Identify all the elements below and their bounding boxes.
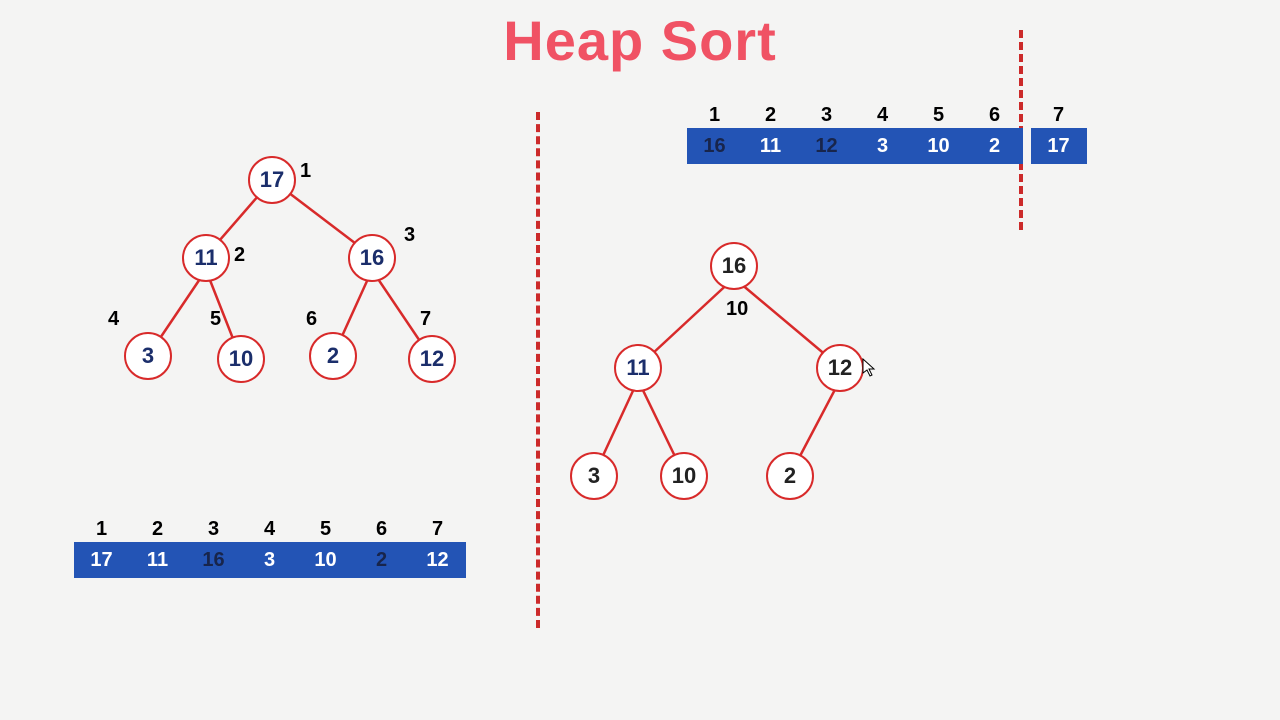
left-tree-node-1: 17 xyxy=(248,156,296,204)
array-cell: 316 xyxy=(186,542,242,578)
left-tree-node-7: 12 xyxy=(408,335,456,383)
right-tree-node-6: 2 xyxy=(766,452,814,500)
right-tree-node-3: 12 xyxy=(816,344,864,392)
left-tree-label-2: 2 xyxy=(234,244,245,267)
array-cell: 116 xyxy=(687,128,743,164)
left-tree-node-3: 16 xyxy=(348,234,396,282)
left-tree-label-7: 7 xyxy=(420,308,431,331)
right-array: 116 211 312 43 510 62 717 xyxy=(687,128,1087,164)
array-cell: 712 xyxy=(410,542,466,578)
array-cell: 43 xyxy=(855,128,911,164)
array-cell: 510 xyxy=(911,128,967,164)
array-cell: 211 xyxy=(743,128,799,164)
right-tree-node-2: 11 xyxy=(614,344,662,392)
left-tree-node-4: 3 xyxy=(124,332,172,380)
right-tree-node-1: 16 xyxy=(710,242,758,290)
array-cell: 62 xyxy=(967,128,1023,164)
array-cell: 510 xyxy=(298,542,354,578)
left-tree-node-6: 2 xyxy=(309,332,357,380)
cursor-icon xyxy=(862,358,876,378)
array-cell-sorted: 717 xyxy=(1031,128,1087,164)
page-title: Heap Sort xyxy=(0,8,1280,73)
left-tree-label-5: 5 xyxy=(210,308,221,331)
right-tree-node-5: 10 xyxy=(660,452,708,500)
left-array: 117 211 316 43 510 62 712 xyxy=(74,542,466,578)
left-tree-label-3: 3 xyxy=(404,224,415,247)
array-cell: 43 xyxy=(242,542,298,578)
left-tree-node-5: 10 xyxy=(217,335,265,383)
array-cell: 117 xyxy=(74,542,130,578)
array-cell: 211 xyxy=(130,542,186,578)
right-tree-annotation: 10 xyxy=(726,298,748,321)
center-divider xyxy=(536,112,540,628)
array-cell: 312 xyxy=(799,128,855,164)
left-tree-label-1: 1 xyxy=(300,160,311,183)
left-tree-node-2: 11 xyxy=(182,234,230,282)
left-tree-label-4: 4 xyxy=(108,308,119,331)
right-tree-node-4: 3 xyxy=(570,452,618,500)
array-cell: 62 xyxy=(354,542,410,578)
left-tree-label-6: 6 xyxy=(306,308,317,331)
